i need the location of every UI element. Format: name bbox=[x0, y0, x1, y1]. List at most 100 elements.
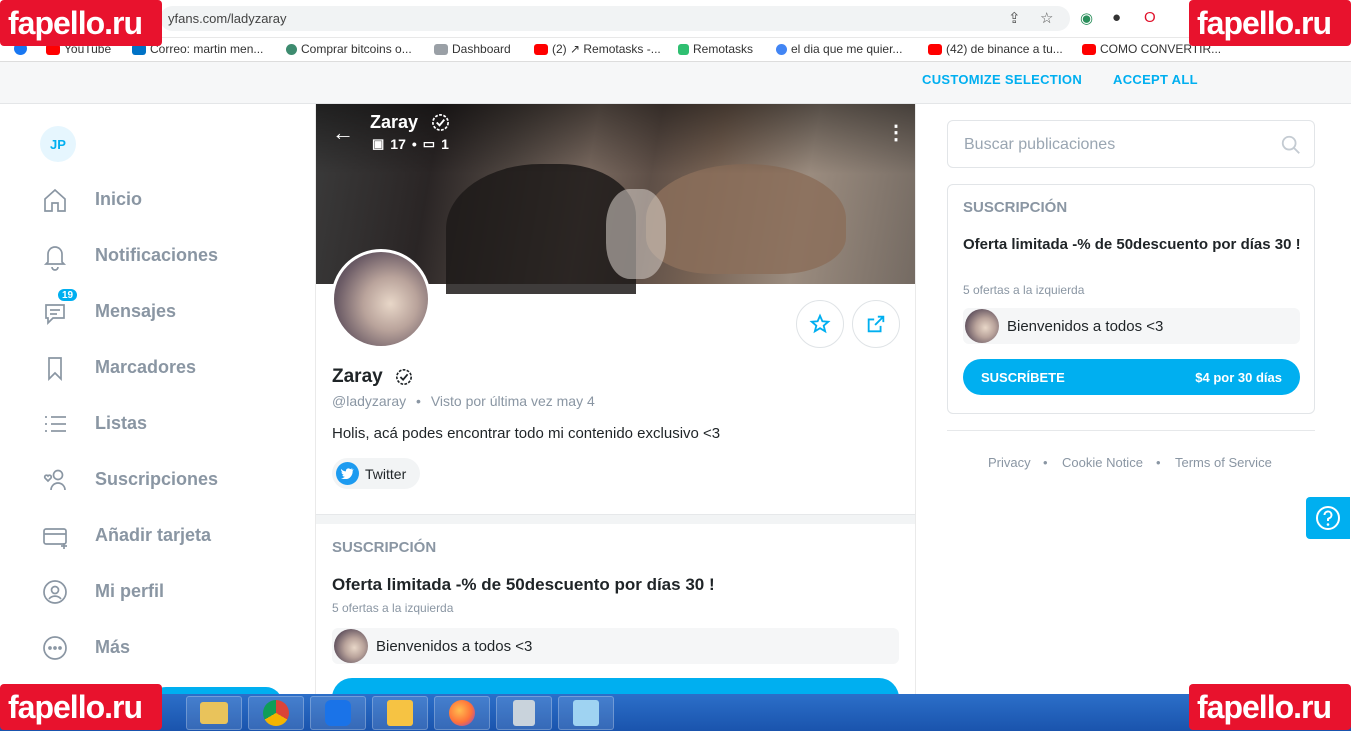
sidebar-item-mas[interactable]: Más bbox=[40, 628, 130, 668]
share-profile-button[interactable] bbox=[852, 300, 900, 348]
share-icon bbox=[867, 315, 885, 333]
card-icon bbox=[43, 528, 67, 549]
sidebar-item-notificaciones[interactable]: Notificaciones bbox=[40, 236, 218, 276]
sidebar-item-label: Suscripciones bbox=[95, 469, 219, 489]
subscribe-price: $4 por 30 días bbox=[1195, 369, 1282, 385]
cover-profile-name: Zaray bbox=[370, 112, 419, 132]
sidebar-item-mi-perfil[interactable]: Mi perfil bbox=[40, 572, 164, 612]
google-icon bbox=[776, 43, 787, 55]
separator-dot: • bbox=[416, 393, 421, 409]
last-seen: Visto por última vez may 4 bbox=[430, 393, 595, 409]
creator-mini-avatar bbox=[334, 629, 368, 663]
verified-icon bbox=[395, 368, 413, 386]
verified-icon bbox=[432, 114, 449, 131]
sidebar-item-anadir-tarjeta[interactable]: Añadir tarjeta bbox=[40, 516, 211, 556]
unread-messages-badge: 19 bbox=[56, 287, 80, 303]
search-placeholder: Buscar publicaciones bbox=[964, 136, 1116, 153]
subscription-title: SUSCRIPCIÓN bbox=[963, 199, 1068, 216]
sticky-notes-icon bbox=[387, 700, 413, 726]
extension-icon-2[interactable]: ● bbox=[1112, 9, 1121, 26]
bookmark-item[interactable]: (42) de binance a tu... bbox=[928, 42, 1063, 56]
more-options-icon[interactable]: ⋮ bbox=[886, 120, 906, 145]
subscribe-label: SUSCRÍBETE bbox=[981, 369, 1065, 385]
section-divider bbox=[316, 514, 915, 524]
sidebar-item-mensajes[interactable]: 19 Mensajes bbox=[40, 287, 176, 332]
watermark: fapello.ru bbox=[1189, 0, 1351, 46]
taskbar-app[interactable] bbox=[372, 696, 428, 730]
more-icon bbox=[43, 636, 67, 660]
watermark: fapello.ru bbox=[0, 684, 162, 730]
home-icon bbox=[44, 188, 66, 212]
app-icon bbox=[325, 700, 351, 726]
add-to-favorites-button[interactable] bbox=[796, 300, 844, 348]
help-button[interactable] bbox=[1306, 497, 1350, 539]
welcome-text: Bienvenidos a todos <3 bbox=[1007, 317, 1164, 335]
profile-column: ← Zaray ▣ 17 • ▭ 1 ⋮ Zaray @ladyzaray • … bbox=[315, 104, 916, 694]
subscribe-button[interactable] bbox=[332, 678, 899, 694]
sidebar-item-label: Listas bbox=[95, 413, 148, 433]
share-icon[interactable]: ⇪ bbox=[1008, 9, 1021, 27]
youtube-icon bbox=[534, 43, 548, 55]
user-avatar[interactable]: JP bbox=[40, 126, 76, 162]
cover-shape bbox=[646, 164, 846, 274]
back-arrow-icon[interactable]: ← bbox=[332, 120, 354, 146]
user-heart-icon bbox=[43, 469, 66, 491]
welcome-text: Bienvenidos a todos <3 bbox=[376, 637, 533, 655]
taskbar-app[interactable] bbox=[558, 696, 614, 730]
youtube-icon bbox=[928, 43, 942, 55]
search-icon[interactable] bbox=[1280, 134, 1302, 156]
bookmark-item[interactable]: (2) ↗ Remotasks -... bbox=[534, 42, 661, 56]
bookmark-item[interactable]: el dia que me quier... bbox=[776, 42, 902, 56]
customize-selection-button[interactable]: CUSTOMIZE SELECTION bbox=[922, 72, 1082, 87]
address-bar[interactable] bbox=[160, 6, 1070, 31]
taskbar-chrome[interactable] bbox=[248, 696, 304, 730]
bookmark-item[interactable]: Remotasks bbox=[678, 42, 753, 56]
photo-count: 17 bbox=[390, 136, 406, 152]
windows-taskbar bbox=[0, 694, 1351, 731]
taskbar-app[interactable] bbox=[310, 696, 366, 730]
bookmark-item[interactable]: Comprar bitcoins o... bbox=[286, 42, 412, 56]
offers-remaining: 5 ofertas a la izquierda bbox=[963, 283, 1085, 297]
dashboard-icon bbox=[434, 43, 448, 55]
extension-icon[interactable]: ◉ bbox=[1080, 9, 1093, 27]
sidebar-item-label: Añadir tarjeta bbox=[95, 525, 212, 545]
sidebar-item-marcadores[interactable]: Marcadores bbox=[40, 348, 196, 388]
welcome-message: Bienvenidos a todos <3 bbox=[332, 628, 899, 664]
url-text[interactable]: yfans.com/ladyzaray bbox=[168, 11, 287, 26]
firefox-icon bbox=[449, 700, 475, 726]
taskbar-calculator[interactable] bbox=[496, 696, 552, 730]
profile-avatar[interactable] bbox=[331, 249, 431, 349]
star-bookmark-icon[interactable]: ☆ bbox=[1040, 9, 1053, 27]
folder-icon bbox=[200, 702, 228, 724]
profile-handle: @ladyzaray bbox=[332, 393, 407, 409]
help-icon bbox=[1316, 506, 1340, 530]
sidebar-item-inicio[interactable]: Inicio bbox=[40, 180, 142, 220]
location-icon bbox=[286, 43, 297, 55]
sidebar-item-suscripciones[interactable]: Suscripciones bbox=[40, 460, 218, 500]
terms-of-service-link[interactable]: Terms of Service bbox=[1175, 455, 1272, 470]
offer-text: Oferta limitada -% de 50descuento por dí… bbox=[332, 575, 715, 594]
separator-dot: • bbox=[411, 136, 417, 152]
list-icon bbox=[45, 416, 66, 432]
subscription-title: SUSCRIPCIÓN bbox=[332, 539, 437, 556]
sidebar-item-listas[interactable]: Listas bbox=[40, 404, 147, 444]
bookmark-item[interactable]: Dashboard bbox=[434, 42, 511, 56]
cookie-notice-link[interactable]: Cookie Notice bbox=[1062, 455, 1143, 470]
twitter-icon bbox=[336, 462, 359, 485]
video-count: 1 bbox=[441, 136, 449, 152]
accept-all-button[interactable]: ACCEPT ALL bbox=[1113, 72, 1198, 87]
watermark: fapello.ru bbox=[0, 0, 162, 46]
privacy-link[interactable]: Privacy bbox=[988, 455, 1031, 470]
taskbar-explorer[interactable] bbox=[186, 696, 242, 730]
sidebar-item-label: Mi perfil bbox=[95, 581, 165, 601]
taskbar-firefox[interactable] bbox=[434, 696, 490, 730]
youtube-icon bbox=[1082, 43, 1096, 55]
search-posts-input[interactable]: Buscar publicaciones bbox=[947, 120, 1315, 168]
twitter-link-button[interactable]: Twitter bbox=[332, 458, 421, 489]
sidebar-item-label: Inicio bbox=[95, 189, 143, 209]
offer-text: Oferta limitada -% de 50descuento por dí… bbox=[963, 236, 1301, 253]
subscription-card: SUSCRIPCIÓN Oferta limitada -% de 50desc… bbox=[947, 184, 1315, 414]
subscribe-button[interactable]: SUSCRÍBETE $4 por 30 días bbox=[963, 359, 1300, 395]
opera-icon[interactable]: O bbox=[1144, 9, 1156, 26]
profile-name: Zaray bbox=[332, 366, 383, 387]
